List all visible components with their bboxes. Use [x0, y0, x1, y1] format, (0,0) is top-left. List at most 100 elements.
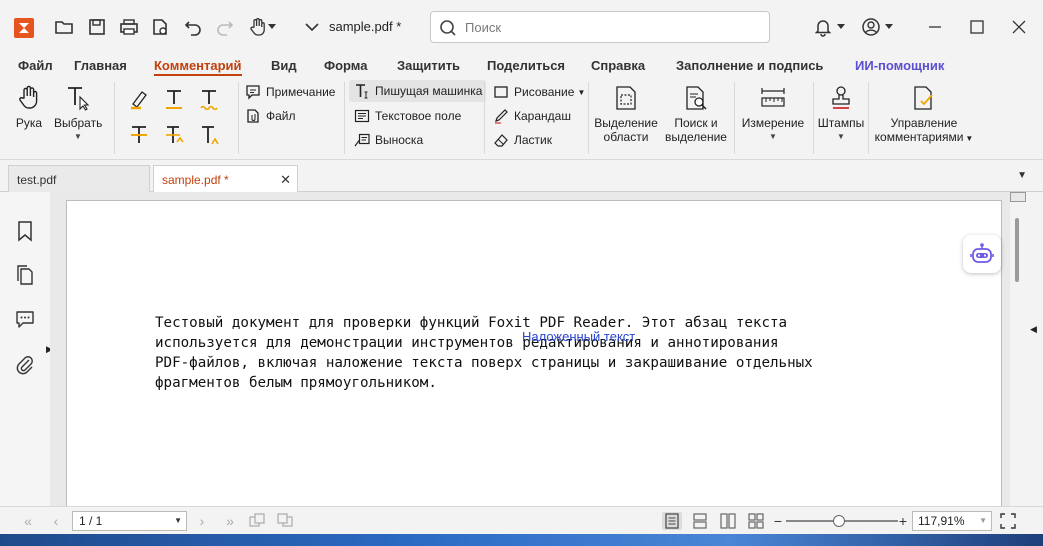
drawing-button[interactable]: Рисование ▼ [492, 82, 585, 102]
redo-icon[interactable] [213, 16, 237, 38]
scrollbar-thumb[interactable] [1015, 218, 1019, 282]
callout-icon [353, 131, 371, 149]
callout-button[interactable]: Выноска [353, 130, 423, 150]
file-attachment-button[interactable]: Файл [244, 106, 296, 126]
pencil-button[interactable]: Карандаш [492, 106, 571, 126]
pdf-page[interactable]: Тестовый документ для проверки функций F… [66, 200, 1002, 506]
measure-label: Измерение [741, 116, 805, 130]
quick-access-dropdown-icon[interactable] [300, 16, 324, 38]
file-label: Файл [266, 109, 296, 123]
hand-tool-dropdown-icon[interactable] [266, 16, 278, 38]
expand-right-panel-arrow-icon[interactable]: ◀ [1030, 324, 1037, 335]
area-highlight-button[interactable]: Выделение области [593, 84, 659, 144]
fullscreen-icon[interactable] [998, 512, 1018, 530]
notification-bell-icon[interactable] [810, 14, 836, 40]
save-icon[interactable] [85, 16, 109, 38]
pages-thumbnail-icon[interactable] [14, 264, 36, 286]
eraser-icon [492, 131, 510, 149]
stamp-icon [828, 84, 854, 112]
separator [588, 82, 589, 154]
continuous-facing-view-icon[interactable] [746, 512, 766, 530]
tab-form[interactable]: Форма [324, 58, 367, 73]
textbox-button[interactable]: Текстовое поле [353, 106, 461, 126]
replace-text-icon[interactable] [161, 122, 187, 148]
separator [734, 82, 735, 154]
open-folder-icon[interactable] [52, 16, 76, 38]
textbox-label: Текстовое поле [375, 109, 462, 123]
notification-dropdown-icon[interactable] [834, 14, 848, 40]
overlay-text-annotation[interactable]: Наложенный текст [522, 329, 635, 344]
zoom-out-icon[interactable]: − [768, 512, 788, 530]
last-page-icon[interactable]: » [220, 512, 240, 530]
search-box[interactable] [430, 11, 770, 43]
typewriter-icon [353, 82, 371, 100]
previous-page-icon[interactable]: ‹ [46, 512, 66, 530]
strikeout-text-icon[interactable] [126, 122, 152, 148]
manage-comments-button[interactable]: Управление комментариями ▼ [872, 84, 976, 144]
note-button[interactable]: Примечание [244, 82, 335, 102]
tab-ai-assistant[interactable]: ИИ-помощник [855, 58, 944, 73]
next-view-icon[interactable] [276, 512, 296, 530]
document-properties-icon[interactable] [148, 16, 172, 38]
tab-protect[interactable]: Защитить [397, 58, 460, 73]
tab-help[interactable]: Справка [591, 58, 645, 73]
facing-view-icon[interactable] [718, 512, 738, 530]
insert-text-icon[interactable] [196, 122, 222, 148]
page-number-field[interactable]: 1 / 1 ▼ [72, 511, 187, 531]
tab-sample-pdf[interactable]: sample.pdf * ✕ [153, 165, 298, 193]
typewriter-button[interactable]: Пишущая машинка [349, 80, 487, 102]
separator [238, 82, 239, 154]
first-page-icon[interactable]: « [18, 512, 38, 530]
eraser-button[interactable]: Ластик [492, 130, 552, 150]
measure-button[interactable]: Измерение ▼ [739, 84, 807, 141]
tab-view[interactable]: Вид [271, 58, 297, 73]
print-icon[interactable] [117, 16, 141, 38]
page-number-dropdown-icon[interactable]: ▼ [174, 516, 182, 525]
select-button[interactable]: Выбрать ▼ [54, 84, 102, 141]
desktop-background-strip [0, 534, 1043, 546]
zoom-slider-knob[interactable] [832, 515, 845, 527]
ai-assistant-robot-icon[interactable] [963, 235, 1001, 273]
zoom-in-icon[interactable]: + [893, 512, 913, 530]
bookmark-icon[interactable] [14, 220, 36, 242]
single-page-view-icon[interactable] [662, 512, 682, 530]
underline-text-icon[interactable] [161, 86, 187, 112]
scrollbar-split-handle[interactable] [1010, 192, 1026, 202]
stamps-button[interactable]: Штампы ▼ [816, 84, 866, 141]
account-icon[interactable] [858, 14, 884, 40]
pencil-icon [492, 107, 510, 125]
minimize-icon[interactable] [922, 14, 948, 40]
tab-home[interactable]: Главная [74, 58, 127, 73]
comments-panel-icon[interactable] [14, 308, 36, 330]
close-icon[interactable] [1006, 14, 1032, 40]
squiggly-text-icon[interactable] [196, 86, 222, 112]
undo-icon[interactable] [181, 16, 205, 38]
select-text-icon [65, 84, 91, 112]
search-icon [439, 19, 457, 42]
zoom-level-field[interactable]: 117,91% ▼ [912, 511, 992, 531]
tab-comment[interactable]: Комментарий [154, 58, 242, 76]
maximize-icon[interactable] [964, 14, 990, 40]
search-highlight-button[interactable]: Поиск и выделение [664, 84, 728, 144]
previous-view-icon[interactable] [248, 512, 268, 530]
foxit-logo-icon[interactable] [14, 18, 34, 38]
document-viewport[interactable]: Тестовый документ для проверки функций F… [50, 192, 1010, 506]
tab-fill-sign[interactable]: Заполнение и подпись [676, 58, 823, 73]
area-highlight-label-1: Выделение [594, 116, 658, 130]
tab-list-dropdown-icon[interactable]: ▼ [1017, 170, 1027, 181]
vertical-scrollbar[interactable] [1010, 192, 1026, 506]
attachments-paperclip-icon[interactable] [14, 354, 36, 376]
manage-comments-label-1: Управление [890, 116, 958, 130]
next-page-icon[interactable]: › [192, 512, 212, 530]
account-dropdown-icon[interactable] [882, 14, 896, 40]
tab-test-pdf[interactable]: test.pdf [8, 165, 150, 192]
continuous-view-icon[interactable] [690, 512, 710, 530]
tab-share[interactable]: Поделиться [487, 58, 565, 73]
tab-file[interactable]: Файл [18, 58, 53, 73]
tab-label: sample.pdf * [162, 173, 229, 187]
zoom-dropdown-icon[interactable]: ▼ [979, 516, 987, 525]
tab-close-icon[interactable]: ✕ [280, 172, 291, 188]
hand-button[interactable]: Рука [12, 84, 46, 130]
highlight-icon[interactable] [126, 86, 152, 112]
search-input[interactable] [465, 18, 755, 36]
